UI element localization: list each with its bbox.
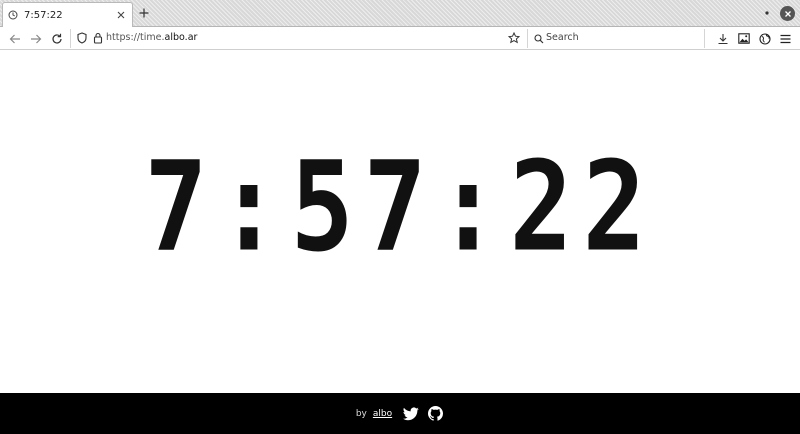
address-bar[interactable]: https://time.albo.ar (70, 29, 525, 48)
close-tab-icon[interactable] (115, 9, 127, 21)
screenshot-image-icon[interactable] (736, 31, 751, 46)
page-content: 7:57:22 (0, 51, 800, 393)
bookmark-star-icon[interactable] (506, 30, 521, 45)
author-link[interactable]: albo (373, 409, 392, 419)
tab-strip: 7:57:22 (0, 0, 800, 27)
tab-active[interactable]: 7:57:22 (2, 2, 133, 27)
url-text[interactable]: https://time.albo.ar (106, 32, 197, 43)
url-prefix: https://time. (106, 32, 165, 43)
clock-display: 7:57:22 (72, 144, 728, 272)
search-icon (531, 31, 546, 46)
footer: by albo (0, 393, 800, 434)
twitter-icon[interactable] (402, 405, 420, 423)
clock-favicon-icon (8, 10, 18, 20)
github-icon[interactable] (426, 405, 444, 423)
search-placeholder: Search (546, 32, 579, 43)
reload-icon[interactable] (49, 31, 64, 46)
tab-title: 7:57:22 (24, 9, 63, 21)
downloads-icon[interactable] (715, 31, 730, 46)
minimize-icon[interactable] (762, 6, 772, 20)
menu-hamburger-icon[interactable] (778, 31, 793, 46)
back-arrow-icon[interactable] (7, 31, 22, 46)
forward-arrow-icon[interactable] (28, 31, 43, 46)
search-bar[interactable]: Search (527, 29, 705, 48)
window-close-icon[interactable] (780, 6, 795, 21)
url-host: albo.ar (164, 32, 198, 43)
footer-by-label: by (355, 408, 367, 419)
shield-icon[interactable] (74, 30, 89, 45)
navigation-toolbar: https://time.albo.ar Search (0, 27, 800, 50)
lock-icon[interactable] (90, 30, 105, 45)
extension-globe-icon[interactable] (757, 31, 772, 46)
new-tab-icon[interactable] (137, 6, 151, 20)
